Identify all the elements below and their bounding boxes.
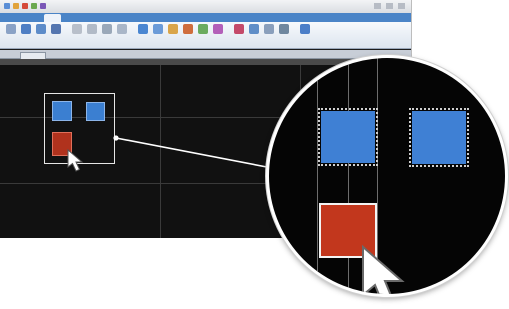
magnified-blue-square [409,108,469,167]
magnified-blue-square [318,108,378,166]
alignment-guide [348,58,349,294]
zoom-magnifier [266,55,508,297]
magnified-pointer-icon [362,244,405,294]
alignment-guide [317,58,318,294]
